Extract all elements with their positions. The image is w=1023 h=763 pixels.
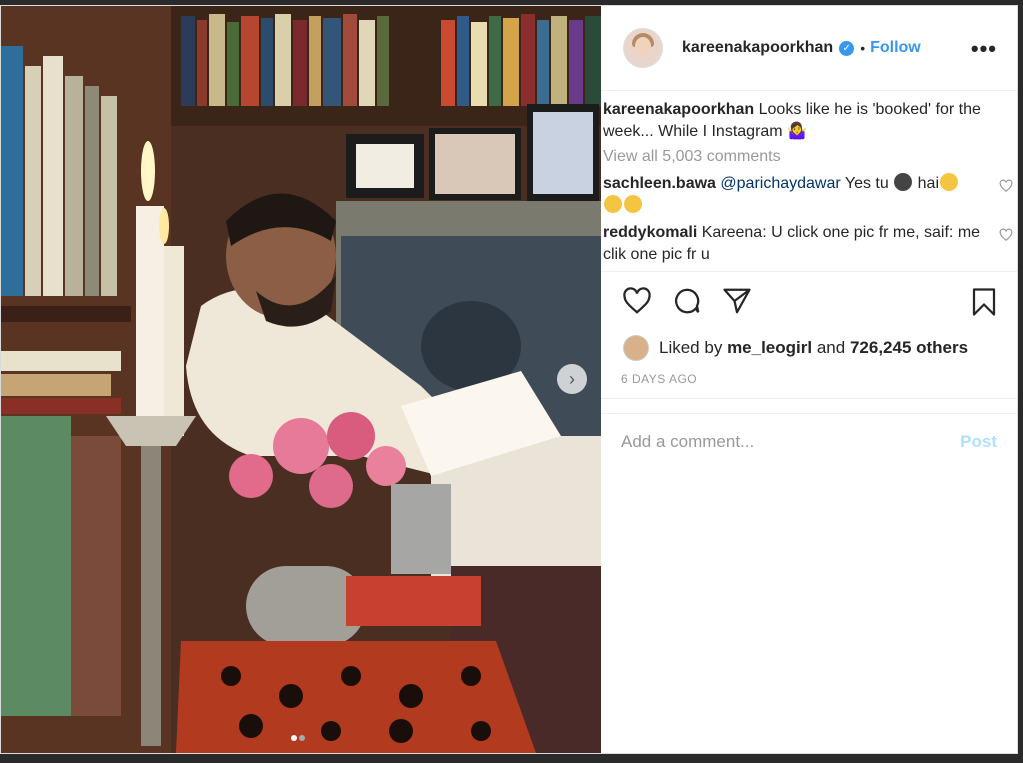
post-sidebar: kareenakapoorkhan ✓ • Follow ••• kareena…: [601, 6, 1017, 753]
save-bookmark-icon[interactable]: [969, 286, 999, 318]
instagram-post: › kareenakapoorkhan ✓ • Follow ••• karee…: [0, 5, 1018, 754]
comment-text: Yes tu: [840, 175, 894, 192]
ball-emoji-icon: [894, 173, 913, 191]
liked-others-link[interactable]: 726,245 others: [850, 338, 968, 358]
follow-button[interactable]: Follow: [870, 39, 921, 57]
action-bar: [601, 272, 1017, 332]
share-paper-plane-icon[interactable]: [721, 286, 753, 316]
comment-item: reddykomali Kareena: U click one pic fr …: [603, 222, 1013, 266]
like-comment-heart-icon[interactable]: [999, 179, 1013, 193]
carousel-dot: [299, 735, 305, 741]
liked-prefix: Liked by: [659, 338, 723, 357]
laughing-emoji-icon: [604, 195, 622, 213]
view-all-comments-link[interactable]: View all 5,003 comments: [603, 146, 1005, 168]
like-heart-icon[interactable]: [621, 286, 653, 316]
comment-username[interactable]: reddykomali: [603, 224, 697, 241]
caption: kareenakapoorkhan Looks like he is 'book…: [603, 99, 1005, 143]
next-photo-button[interactable]: ›: [557, 364, 587, 394]
comment-username[interactable]: sachleen.bawa: [603, 175, 716, 192]
comment-text-2: hai: [913, 175, 939, 192]
avatar-face: [635, 37, 651, 55]
more-options-icon[interactable]: •••: [971, 36, 997, 62]
caption-username[interactable]: kareenakapoorkhan: [603, 101, 754, 118]
username-link[interactable]: kareenakapoorkhan: [682, 39, 833, 57]
liked-and: and: [816, 338, 846, 357]
carousel-dot-active: [291, 735, 297, 741]
verified-badge-icon: ✓: [839, 40, 855, 56]
post-header: kareenakapoorkhan ✓ • Follow •••: [601, 6, 1017, 91]
likes-summary: Liked by me_leogirl and 726,245 others: [601, 332, 1017, 364]
comments-section: kareenakapoorkhan Looks like he is 'book…: [601, 91, 1017, 272]
comment-input[interactable]: Add a comment...: [621, 432, 754, 452]
post-comment-button[interactable]: Post: [960, 432, 997, 452]
add-comment-bar: Add a comment... Post: [601, 413, 1017, 469]
avatar[interactable]: [623, 28, 663, 68]
separator-dot: •: [860, 40, 866, 56]
comment-item: sachleen.bawa @parichaydawar Yes tu hai: [603, 173, 1013, 217]
liked-user-link[interactable]: me_leogirl: [727, 338, 812, 358]
liker-avatar[interactable]: [623, 335, 649, 361]
photo-scene: [1, 6, 601, 753]
comment-bubble-icon[interactable]: [671, 286, 703, 316]
laughing-emoji-icon: [940, 173, 958, 191]
carousel-indicator: [290, 728, 306, 746]
comment-mention[interactable]: @parichaydawar: [720, 175, 840, 192]
like-comment-heart-icon[interactable]: [999, 228, 1013, 242]
laughing-emoji-icon: [624, 195, 642, 213]
post-photo[interactable]: ›: [1, 6, 601, 753]
post-timestamp[interactable]: 6 DAYS AGO: [601, 372, 1017, 399]
